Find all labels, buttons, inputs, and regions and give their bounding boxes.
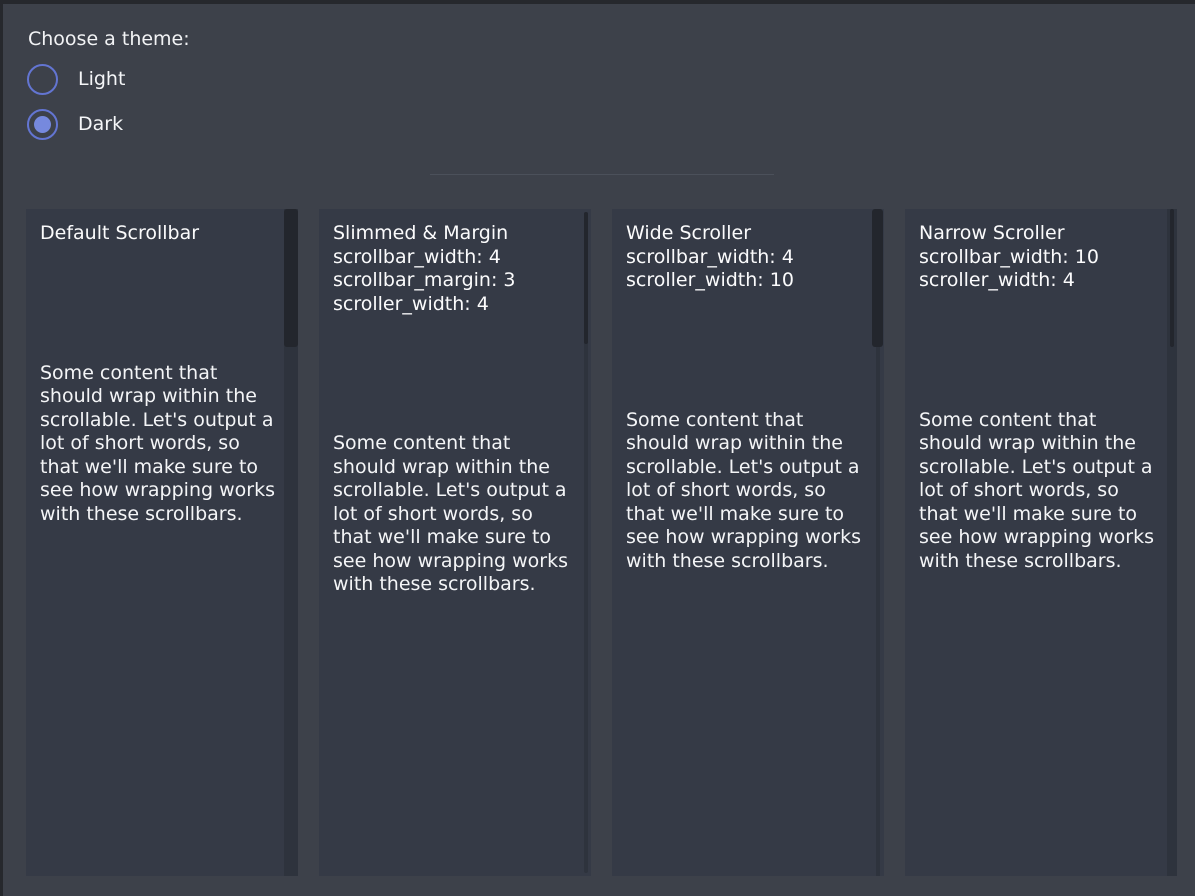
scrollbar-thumb[interactable] [284, 209, 298, 347]
scrollable-default[interactable]: Default Scrollbar Some content that shou… [26, 209, 298, 876]
horizontal-rule [430, 174, 774, 175]
vertical-space [919, 293, 1161, 409]
vertical-space [626, 293, 868, 409]
scrollable-body-text: Some content that should wrap within the… [40, 362, 282, 527]
scrollable-body-text: Some content that should wrap within the… [626, 409, 868, 574]
vertical-space [40, 246, 282, 362]
scrollable-title: Default Scrollbar [40, 222, 282, 246]
scrollable-body-text: Some content that should wrap within the… [919, 409, 1161, 574]
scrollbar-thumb[interactable] [1170, 209, 1174, 347]
scrollable-narrow-scroller[interactable]: Narrow Scroller scrollbar_width: 10 scro… [905, 209, 1177, 876]
scrollable-slimmed-margin[interactable]: Slimmed & Margin scrollbar_width: 4 scro… [319, 209, 591, 876]
scrollable-body-text: Some content that should wrap within the… [333, 432, 575, 597]
radio-button-icon [27, 109, 58, 140]
vertical-space [333, 316, 575, 432]
scrollable-title: Wide Scroller scrollbar_width: 4 scrolle… [626, 222, 868, 293]
scrollables-row: Default Scrollbar Some content that shou… [26, 209, 1178, 876]
radio-button-icon [27, 64, 58, 95]
radio-option-dark[interactable]: Dark [27, 107, 123, 141]
radio-label-light: Light [78, 68, 125, 90]
scrollable-title: Narrow Scroller scrollbar_width: 10 scro… [919, 222, 1161, 293]
scrollable-content: Default Scrollbar Some content that shou… [26, 209, 298, 526]
radio-label-dark: Dark [78, 113, 123, 135]
radio-selected-dot [34, 116, 51, 133]
scrollable-content: Wide Scroller scrollbar_width: 4 scrolle… [612, 209, 884, 573]
scrollable-content: Narrow Scroller scrollbar_width: 10 scro… [905, 209, 1177, 573]
radio-option-light[interactable]: Light [27, 62, 125, 96]
app-window: Choose a theme: Light Dark Default Scrol… [0, 0, 1195, 896]
scrollbar-thumb[interactable] [584, 212, 588, 344]
theme-chooser-label: Choose a theme: [28, 27, 190, 51]
scrollable-content: Slimmed & Margin scrollbar_width: 4 scro… [319, 209, 591, 597]
scrollbar-thumb[interactable] [872, 209, 883, 347]
scrollable-wide-scroller[interactable]: Wide Scroller scrollbar_width: 4 scrolle… [612, 209, 884, 876]
scrollable-title: Slimmed & Margin scrollbar_width: 4 scro… [333, 222, 575, 316]
